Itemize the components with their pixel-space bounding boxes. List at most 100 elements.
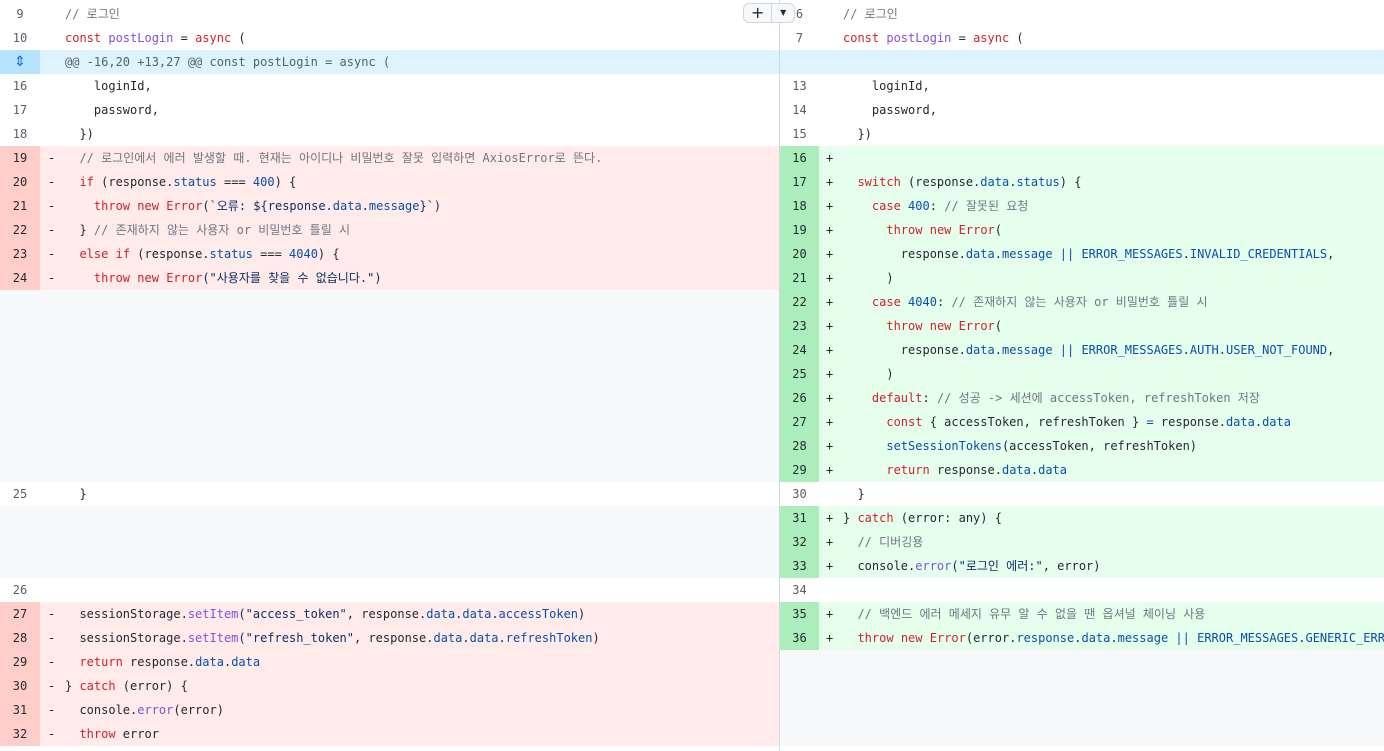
line-number[interactable]: 18 — [0, 122, 40, 146]
line-number[interactable]: 17 — [780, 170, 819, 194]
addition-marker: + — [826, 151, 834, 165]
code-token: ("로그인 에러:" — [951, 559, 1043, 573]
code-token: // 백엔드 에러 메세지 유무 알 수 없을 땐 옵셔널 체이닝 사용 — [857, 607, 1206, 621]
chevron-down-icon[interactable]: ▼ — [772, 4, 794, 22]
right-diff-cell: 36 + throw new Error(error.response.data.… — [780, 626, 1384, 650]
left-diff-cell: 17 password, — [0, 98, 779, 122]
right-diff-cell: 28 + setSessionTokens(accessToken, refres… — [780, 434, 1384, 458]
code-token: Error — [958, 223, 995, 237]
deletion-marker: - — [48, 655, 56, 669]
line-number[interactable]: 25 — [780, 362, 819, 386]
line-number[interactable]: 30 — [0, 674, 40, 698]
code-token: postLogin — [886, 31, 952, 45]
code-token: (response. — [130, 247, 210, 261]
code-token: // 로그인에서 에러 발생할 때. 현재는 아이디나 비밀번호 잘못 입력하면… — [65, 151, 603, 165]
code-line: sessionStorage.setItem("access_token", r… — [65, 602, 585, 626]
line-number[interactable]: 17 — [0, 98, 40, 122]
expand-icon[interactable]: ⇕ — [0, 50, 40, 74]
code-token: data — [426, 607, 456, 621]
diff-row: 33 + console.error("로그인 에러:", error) — [0, 554, 1384, 578]
line-number[interactable]: 33 — [780, 554, 819, 578]
code-line: response.data.message || ERROR_MESSAGES.… — [843, 338, 1335, 362]
line-number[interactable]: 29 — [780, 458, 819, 482]
line-number[interactable]: 32 — [0, 722, 40, 746]
line-number[interactable]: 20 — [0, 170, 40, 194]
code-token: message — [368, 199, 420, 213]
line-number[interactable]: 29 — [0, 650, 40, 674]
line-number[interactable]: 28 — [780, 434, 819, 458]
line-number[interactable]: 26 — [780, 386, 819, 410]
code-line: password, — [843, 98, 937, 122]
line-number[interactable]: 16 — [0, 74, 40, 98]
line-number[interactable]: 23 — [0, 242, 40, 266]
line-number[interactable]: 7 — [780, 26, 819, 50]
line-number[interactable]: 19 — [0, 146, 40, 170]
line-number[interactable]: 25 — [0, 482, 40, 506]
code-token: . — [1182, 247, 1190, 261]
line-number[interactable]: 16 — [780, 146, 819, 170]
line-number[interactable]: 19 — [780, 218, 819, 242]
line-number[interactable]: 24 — [0, 266, 40, 290]
code-token: (error: any) { — [893, 511, 1002, 525]
code-token: error — [915, 559, 952, 573]
left-diff-cell: 21- throw new Error(`오류: ${response.data… — [0, 194, 779, 218]
line-number[interactable]: 21 — [780, 266, 819, 290]
diff-row: 29- return response.data.data — [0, 650, 1384, 674]
line-number[interactable]: 14 — [780, 98, 819, 122]
diff-row: 24- throw new Error("사용자를 찾을 수 없습니다.") 21… — [0, 266, 1384, 290]
line-number[interactable]: 9 — [0, 2, 40, 26]
line-number[interactable]: 27 — [0, 602, 40, 626]
line-number[interactable]: 13 — [780, 74, 819, 98]
line-number[interactable]: 34 — [780, 578, 819, 602]
line-number[interactable]: 18 — [780, 194, 819, 218]
right-diff-cell: 21 + ) — [780, 266, 1384, 290]
line-number[interactable]: 27 — [780, 410, 819, 434]
addition-marker: + — [826, 223, 834, 237]
line-number[interactable]: 22 — [0, 218, 40, 242]
line-number[interactable]: 23 — [780, 314, 819, 338]
addition-marker: + — [826, 391, 834, 405]
left-diff-cell — [0, 338, 779, 362]
line-number[interactable]: 21 — [0, 194, 40, 218]
code-token: 400 — [908, 199, 930, 213]
code-token: sessionStorage. — [65, 631, 188, 645]
code-token: } — [843, 487, 865, 501]
code-token: message — [1117, 631, 1169, 645]
line-number[interactable]: 20 — [780, 242, 819, 266]
line-number[interactable]: 31 — [780, 506, 819, 530]
line-number[interactable]: 24 — [780, 338, 819, 362]
right-diff-cell — [780, 698, 1384, 722]
code-token: data — [231, 655, 261, 669]
line-number[interactable]: 15 — [780, 122, 819, 146]
code-token: : — [922, 391, 937, 405]
code-token: status — [1016, 175, 1060, 189]
line-number[interactable]: 30 — [780, 482, 819, 506]
line-number[interactable]: 10 — [0, 26, 40, 50]
left-diff-cell — [0, 554, 779, 578]
diff-row: 22 + case 4040: // 존재하지 않는 사용자 or 비밀번호 틀릴… — [0, 290, 1384, 314]
code-token: 4040 — [289, 247, 318, 261]
add-comment-control[interactable]: + ▼ — [743, 3, 795, 23]
line-number[interactable]: 28 — [0, 626, 40, 650]
line-number[interactable]: 36 — [780, 626, 819, 650]
addition-marker: + — [826, 295, 834, 309]
left-diff-cell — [0, 362, 779, 386]
code-token: // 성공 -> 세션에 accessToken, refreshToken 저… — [936, 391, 1260, 405]
code-token: }`) — [419, 199, 442, 213]
line-number[interactable]: 22 — [780, 290, 819, 314]
code-token: response. — [929, 463, 1002, 477]
code-token: default — [871, 391, 923, 405]
code-token: status — [209, 247, 253, 261]
line-number[interactable]: 26 — [0, 578, 40, 602]
add-comment-button[interactable]: + — [744, 4, 773, 22]
line-number[interactable]: 32 — [780, 530, 819, 554]
line-number[interactable]: 35 — [780, 602, 819, 626]
line-number[interactable]: 31 — [0, 698, 40, 722]
code-token: ) { — [1059, 175, 1082, 189]
